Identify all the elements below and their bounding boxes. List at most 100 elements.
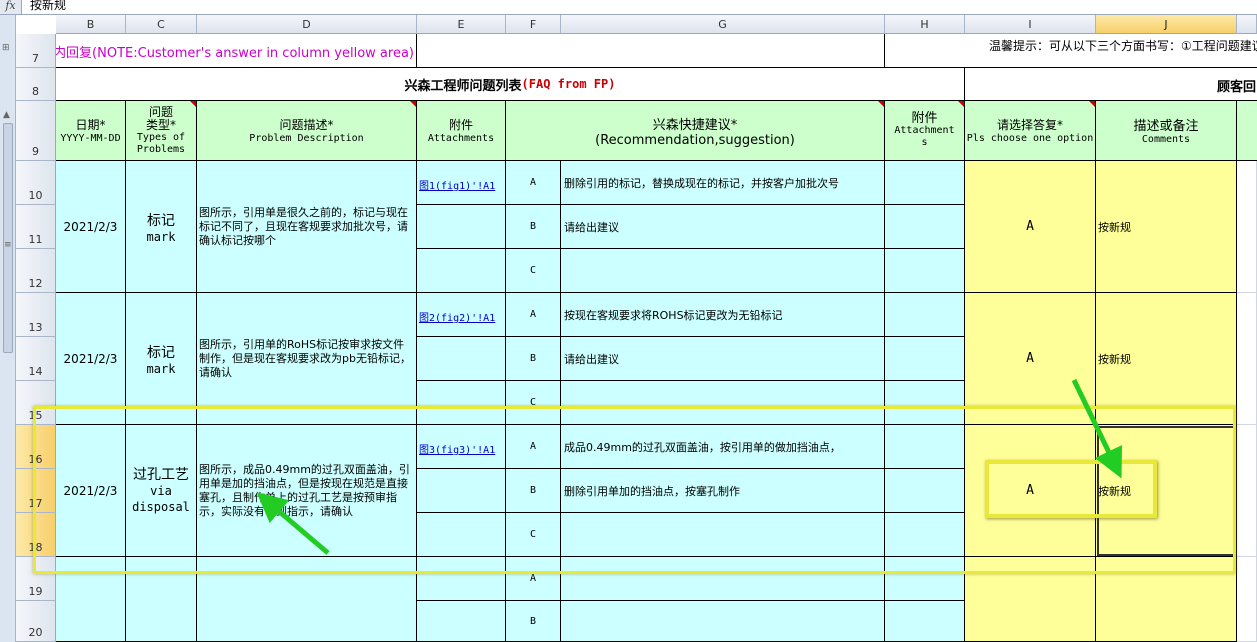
attachment2-cell[interactable] [885,601,965,642]
q3-date[interactable]: 2021/2/3 [56,425,126,557]
attachment2-cell[interactable] [885,205,965,249]
attachment2-cell[interactable] [885,249,965,293]
row-header-19[interactable]: 19 [16,557,56,601]
q1-attachment-cell[interactable]: 图1(fig1)'!A1 [417,161,506,205]
row-header-11[interactable]: 11 [16,205,56,249]
q4-suggestion-a[interactable] [561,557,885,601]
attachment-empty-cell[interactable] [417,337,506,381]
q4-date[interactable] [56,557,126,642]
q3-suggestion-c[interactable] [561,513,885,557]
attachment2-cell[interactable] [885,557,965,601]
attachment2-cell[interactable] [885,381,965,425]
attachment-empty-cell[interactable] [417,469,506,513]
empty-cell[interactable] [1237,557,1257,642]
q3-option-a[interactable]: A [506,425,561,469]
q2-option-c[interactable]: C [506,381,561,425]
attachment-empty-cell[interactable] [417,557,506,601]
row-header-9[interactable]: 9 [16,101,56,161]
attachment2-cell[interactable] [885,161,965,205]
attachment2-cell[interactable] [885,513,965,557]
attachment-empty-cell[interactable] [417,249,506,293]
column-header-g[interactable]: G [561,15,885,34]
q3-answer[interactable]: A [965,425,1096,557]
row-header-12[interactable]: 12 [16,249,56,293]
note-cell[interactable]: 栏内回复(NOTE:Customer's answer in column ye… [56,34,417,68]
attachment-empty-cell[interactable] [417,205,506,249]
q1-suggestion-a[interactable]: 删除引用的标记，替换成现在的标记，并按客户加批次号 [561,161,885,205]
q4-description[interactable] [197,557,417,642]
attachment2-cell[interactable] [885,425,965,469]
scroll-up-icon[interactable]: ▲ [3,110,10,120]
formula-input[interactable]: 按新规 [30,0,66,13]
q2-suggestion-a[interactable]: 按现在客规要求将ROHS标记更改为无铅标记 [561,293,885,337]
column-header-f[interactable]: F [506,15,561,34]
column-header-c[interactable]: C [126,15,197,34]
row-header-8[interactable]: 8 [16,68,56,101]
q4-suggestion-b[interactable] [561,601,885,642]
row7-blank-cell[interactable] [417,34,885,68]
column-header-h[interactable]: H [885,15,965,34]
column-header-d[interactable]: D [197,15,417,34]
column-header-i[interactable]: I [965,15,1096,34]
q2-comment[interactable]: 按新规 [1096,293,1237,425]
q1-description[interactable]: 图所示，引用单是很久之前的，标记与现在标记不同了，且现在客规要求加批次号，请确认… [197,161,417,293]
q2-description[interactable]: 图所示，引用单的RoHS标记按审求按文件制作，但是现在客规要求改为pb无铅标记，… [197,293,417,425]
attachment2-cell[interactable] [885,337,965,381]
q3-attachment-link[interactable]: 图3(fig3)'!A1 [419,441,495,456]
q2-date[interactable]: 2021/2/3 [56,293,126,425]
column-header-b[interactable]: B [56,15,126,34]
column-header-j[interactable]: J [1096,15,1237,34]
q3-option-b[interactable]: B [506,469,561,513]
attachment-empty-cell[interactable] [417,381,506,425]
q3-attachment-cell[interactable]: 图3(fig3)'!A1 [417,425,506,469]
q2-suggestion-c[interactable] [561,381,885,425]
empty-cell[interactable] [1237,425,1257,557]
row-header-13[interactable]: 13 [16,293,56,337]
q1-option-a[interactable]: A [506,161,561,205]
q3-suggestion-b[interactable]: 删除引用单加的挡油点，按塞孔制作 [561,469,885,513]
attachment-empty-cell[interactable] [417,513,506,557]
q2-answer[interactable]: A [965,293,1096,425]
q2-suggestion-b[interactable]: 请给出建议 [561,337,885,381]
q4-comment[interactable] [1096,557,1237,642]
tip-cell[interactable]: 温馨提示：可从以下三个方面书写：①工程问题建议 [885,34,1257,68]
q2-attachment-link[interactable]: 图2(fig2)'!A1 [419,309,495,324]
attachment2-cell[interactable] [885,293,965,337]
row-header-17[interactable]: 17 [16,469,56,513]
q2-type[interactable]: 标记 mark [126,293,197,425]
q3-comment-selected[interactable]: 按新规 [1096,425,1237,557]
q4-type[interactable] [126,557,197,642]
q3-suggestion-a[interactable]: 成品0.49mm的过孔双面盖油，按引用单的做加挡油点， [561,425,885,469]
row-header-15[interactable]: 15 [16,381,56,425]
q1-attachment-link[interactable]: 图1(fig1)'!A1 [419,177,495,192]
q3-description[interactable]: 图所示，成品0.49mm的过孔双面盖油，引用单是加的挡油点，但是按现在规范是直接… [197,425,417,557]
vertical-scrollbar-thumb[interactable] [3,123,13,353]
q1-option-b[interactable]: B [506,205,561,249]
attachment2-cell[interactable] [885,469,965,513]
empty-cell[interactable] [1237,293,1257,425]
q1-option-c[interactable]: C [506,249,561,293]
q4-answer[interactable] [965,557,1096,642]
row-header-10[interactable]: 10 [16,161,56,205]
q3-option-c[interactable]: C [506,513,561,557]
function-icon[interactable]: fx [0,0,22,14]
q1-suggestion-c[interactable] [561,249,885,293]
attachment-empty-cell[interactable] [417,601,506,642]
row-header-18[interactable]: 18 [16,513,56,557]
q4-option-a[interactable]: A [506,557,561,601]
q1-comment[interactable]: 按新规 [1096,161,1237,293]
empty-cell[interactable] [1237,161,1257,293]
q2-option-b[interactable]: B [506,337,561,381]
column-header-k[interactable] [1237,15,1257,34]
row-header-14[interactable]: 14 [16,337,56,381]
q1-type[interactable]: 标记 mark [126,161,197,293]
column-header-e[interactable]: E [417,15,506,34]
q3-type[interactable]: 过孔工艺 via disposal [126,425,197,557]
q2-option-a[interactable]: A [506,293,561,337]
q1-suggestion-b[interactable]: 请给出建议 [561,205,885,249]
q1-date[interactable]: 2021/2/3 [56,161,126,293]
q1-answer[interactable]: A [965,161,1096,293]
row-header-16[interactable]: 16 [16,425,56,469]
row-header-20[interactable]: 20 [16,601,56,642]
q4-option-b[interactable]: B [506,601,561,642]
